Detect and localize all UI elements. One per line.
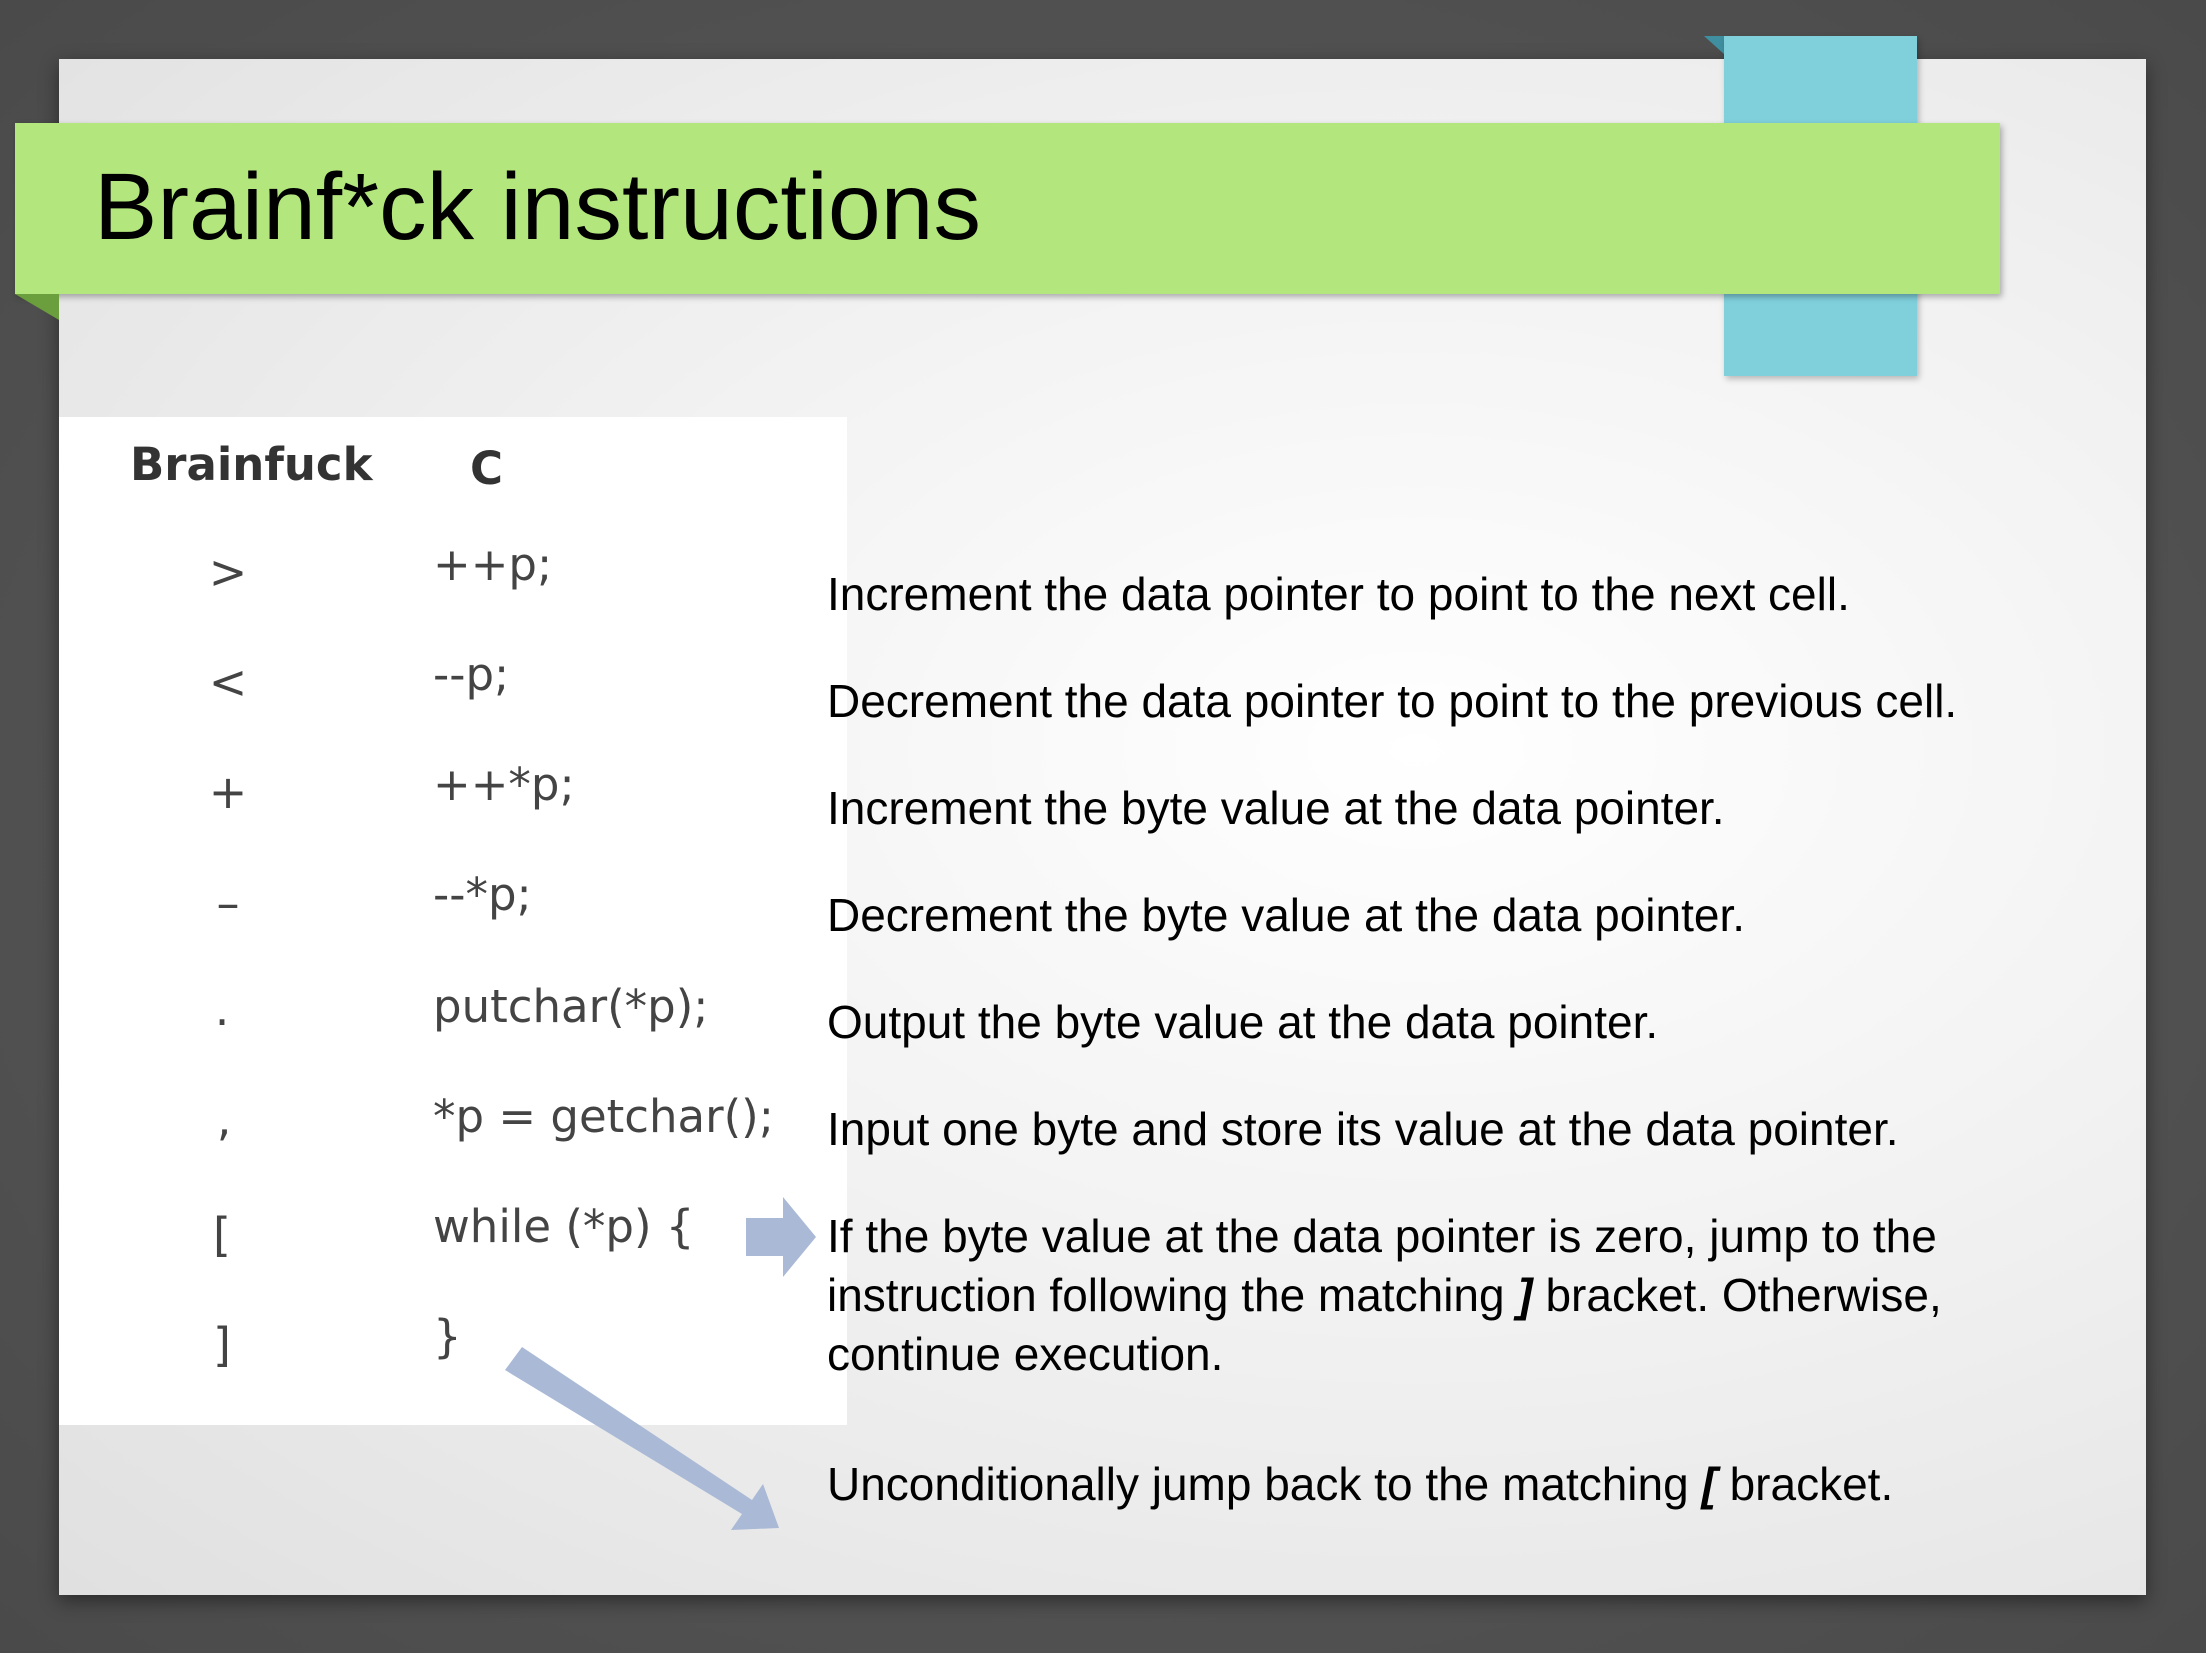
- right-arrow-icon: [746, 1197, 816, 1277]
- diagonal-arrow-icon: [505, 1347, 779, 1530]
- arrows-layer: [505, 1197, 816, 1530]
